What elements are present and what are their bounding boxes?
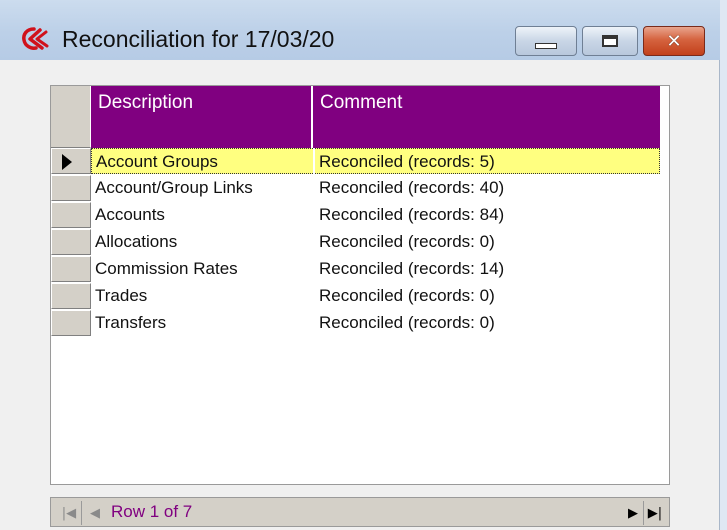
minimize-icon (535, 43, 557, 49)
window-title: Reconciliation for 17/03/20 (62, 26, 335, 52)
description-cell[interactable]: Allocations (91, 229, 313, 255)
column-header-description[interactable]: Description (91, 86, 313, 148)
next-record-icon: ▶ (628, 505, 638, 521)
last-record-icon: ▶| (647, 505, 663, 521)
column-header-comment[interactable]: Comment (313, 86, 660, 148)
description-cell[interactable]: Account/Group Links (91, 175, 313, 201)
table-row[interactable]: Accounts Reconciled (records: 84) (51, 202, 661, 228)
minimize-button[interactable] (515, 26, 577, 56)
description-cell[interactable]: Transfers (91, 310, 313, 336)
description-cell[interactable]: Accounts (91, 202, 313, 228)
desktop-background (720, 0, 727, 530)
close-icon: ✕ (666, 30, 682, 52)
maximize-button[interactable] (582, 26, 638, 56)
row-selector[interactable] (51, 229, 91, 255)
maximize-icon (602, 35, 618, 47)
comment-cell[interactable]: Reconciled (records: 40) (315, 175, 660, 201)
app-logo-icon (22, 27, 49, 50)
next-record-button[interactable]: ▶ (623, 502, 643, 524)
row-selector[interactable] (51, 175, 91, 201)
description-cell[interactable]: Account Groups (91, 148, 313, 174)
row-selector[interactable] (51, 148, 91, 174)
grid-corner-cell (51, 86, 91, 148)
comment-cell[interactable]: Reconciled (records: 84) (315, 202, 660, 228)
row-selector[interactable] (51, 256, 91, 282)
table-row[interactable]: Commission Rates Reconciled (records: 14… (51, 256, 661, 282)
record-navigator: |◀ ◀ Row 1 of 7 ▶ ▶| (50, 497, 670, 527)
comment-cell[interactable]: Reconciled (records: 0) (315, 229, 660, 255)
record-position-label: Row 1 of 7 (111, 502, 193, 521)
first-record-button[interactable]: |◀ (59, 502, 79, 524)
last-record-button[interactable]: ▶| (645, 502, 665, 524)
previous-record-button[interactable]: ◀ (85, 502, 105, 524)
description-cell[interactable]: Commission Rates (91, 256, 313, 282)
first-record-icon: |◀ (61, 505, 77, 521)
table-row[interactable]: Account Groups Reconciled (records: 5) (51, 148, 661, 174)
table-row[interactable]: Allocations Reconciled (records: 0) (51, 229, 661, 255)
row-selector[interactable] (51, 283, 91, 309)
comment-cell[interactable]: Reconciled (records: 14) (315, 256, 660, 282)
row-selector[interactable] (51, 202, 91, 228)
comment-cell[interactable]: Reconciled (records: 0) (315, 310, 660, 336)
description-cell[interactable]: Trades (91, 283, 313, 309)
reconciliation-grid[interactable]: Description Comment Account Groups Recon… (50, 85, 670, 485)
table-row[interactable]: Account/Group Links Reconciled (records:… (51, 175, 661, 201)
row-selector[interactable] (51, 310, 91, 336)
close-button[interactable]: ✕ (643, 26, 705, 56)
comment-cell[interactable]: Reconciled (records: 5) (315, 148, 660, 174)
table-row[interactable]: Transfers Reconciled (records: 0) (51, 310, 661, 336)
divider (643, 501, 644, 525)
title-bar[interactable]: Reconciliation for 17/03/20 ✕ (0, 0, 720, 60)
reconciliation-window: Reconciliation for 17/03/20 ✕ Descriptio… (0, 0, 720, 530)
divider (81, 501, 82, 525)
comment-cell[interactable]: Reconciled (records: 0) (315, 283, 660, 309)
previous-record-icon: ◀ (90, 505, 100, 521)
current-row-pointer-icon (62, 154, 72, 170)
table-row[interactable]: Trades Reconciled (records: 0) (51, 283, 661, 309)
